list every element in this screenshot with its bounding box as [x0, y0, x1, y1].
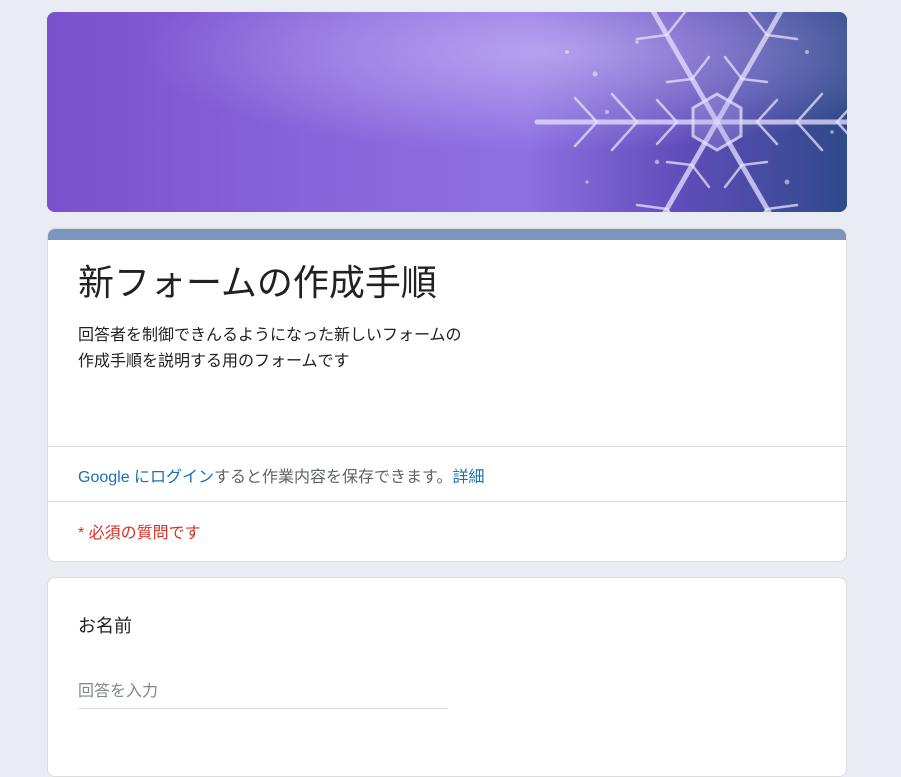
divider — [48, 501, 846, 502]
form-description: 回答者を制御できんるようになった新しいフォームの 作成手順を説明する用のフォーム… — [78, 323, 462, 375]
login-notice-text: すると作業内容を保存できます。 — [214, 469, 453, 486]
form-description-line-2: 作成手順を説明する用のフォームです — [78, 353, 350, 370]
form-description-line-1: 回答者を制御できんるようになった新しいフォームの — [78, 327, 462, 344]
form-header-card: 新フォームの作成手順 回答者を制御できんるようになった新しいフォームの 作成手順… — [47, 228, 847, 562]
question-card-name: お名前 — [47, 577, 847, 777]
details-link[interactable]: 詳細 — [452, 469, 484, 486]
header-banner-image — [47, 12, 847, 212]
question-title: お名前 — [78, 616, 132, 636]
login-notice: Google にログインすると作業内容を保存できます。詳細 — [78, 463, 484, 487]
form-title: 新フォームの作成手順 — [78, 262, 437, 303]
answer-input[interactable] — [78, 676, 448, 709]
google-login-link[interactable]: Google にログイン — [78, 469, 214, 486]
divider — [48, 446, 846, 447]
required-question-note: * 必須の質問です — [78, 525, 201, 542]
snowflake-image — [47, 12, 847, 212]
header-accent-bar — [48, 229, 846, 240]
